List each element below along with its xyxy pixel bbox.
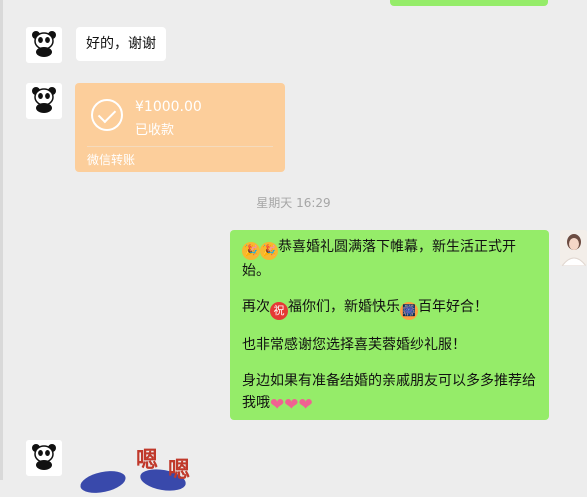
sticker-message[interactable]: 嗯 嗯: [78, 440, 210, 497]
heart-icon: ❤: [270, 395, 285, 415]
message-text: 再次: [242, 299, 270, 315]
fireworks-icon: 🎆: [400, 302, 418, 320]
contact-avatar[interactable]: [26, 440, 62, 476]
transfer-status: 已收款: [135, 123, 175, 138]
sticker-shape: [78, 467, 128, 497]
divider: [87, 146, 273, 147]
message-text: 好的，谢谢: [86, 36, 156, 52]
message-timestamp: 星期天 16:29: [256, 196, 331, 210]
panda-logo-icon: [26, 440, 62, 476]
transfer-card[interactable]: ¥1000.00 已收款 微信转账: [75, 83, 285, 172]
panda-logo-icon: [26, 27, 62, 63]
blessing-icon: 祝: [270, 302, 288, 320]
sticker-text: 嗯: [168, 457, 191, 483]
message-text: 福你们，新婚快乐: [288, 299, 400, 315]
heart-icon: ❤: [298, 395, 313, 415]
message-bubble-text[interactable]: 好的，谢谢: [76, 27, 166, 61]
message-paragraph: 身边如果有准备结婚的亲戚朋友可以多多推荐给我哦❤❤❤: [242, 370, 537, 414]
contact-avatar[interactable]: [26, 27, 62, 63]
message-paragraph: 🎉 🎉 恭喜婚礼圆满落下帷幕，新生活正式开始。: [242, 236, 537, 282]
party-popper-icon: 🎉: [260, 242, 278, 260]
my-avatar[interactable]: [560, 230, 587, 266]
check-circle-icon: [91, 99, 123, 131]
message-text: 恭喜婚礼圆满落下帷幕，新生活正式开始。: [242, 239, 516, 279]
sticker-text: 嗯: [136, 447, 159, 473]
transfer-source-label: 微信转账: [87, 153, 136, 167]
message-text: 百年好合！: [418, 299, 488, 315]
message-text: 也非常感谢您选择喜芙蓉婚纱礼服！: [242, 337, 466, 353]
panda-logo-icon: [26, 83, 62, 119]
previous-sent-bubble[interactable]: [390, 0, 548, 6]
scroll-edge[interactable]: [0, 0, 3, 480]
message-paragraph: 再次祝福你们，新婚快乐 🎆 百年好合！: [242, 296, 537, 320]
party-popper-icon: 🎉: [242, 242, 260, 260]
transfer-amount: ¥1000.00: [135, 99, 202, 115]
heart-icon: ❤: [284, 395, 299, 415]
contact-avatar[interactable]: [26, 83, 62, 119]
chat-area: 好的，谢谢 ¥1000.00 已收款 微信转账 星期天 16:29 🎉 🎉 恭喜婚: [0, 0, 587, 497]
bride-photo-icon: [560, 230, 587, 266]
message-bubble-text[interactable]: 🎉 🎉 恭喜婚礼圆满落下帷幕，新生活正式开始。 再次祝福你们，新婚快乐 🎆 百年好合！ …: [230, 230, 549, 420]
